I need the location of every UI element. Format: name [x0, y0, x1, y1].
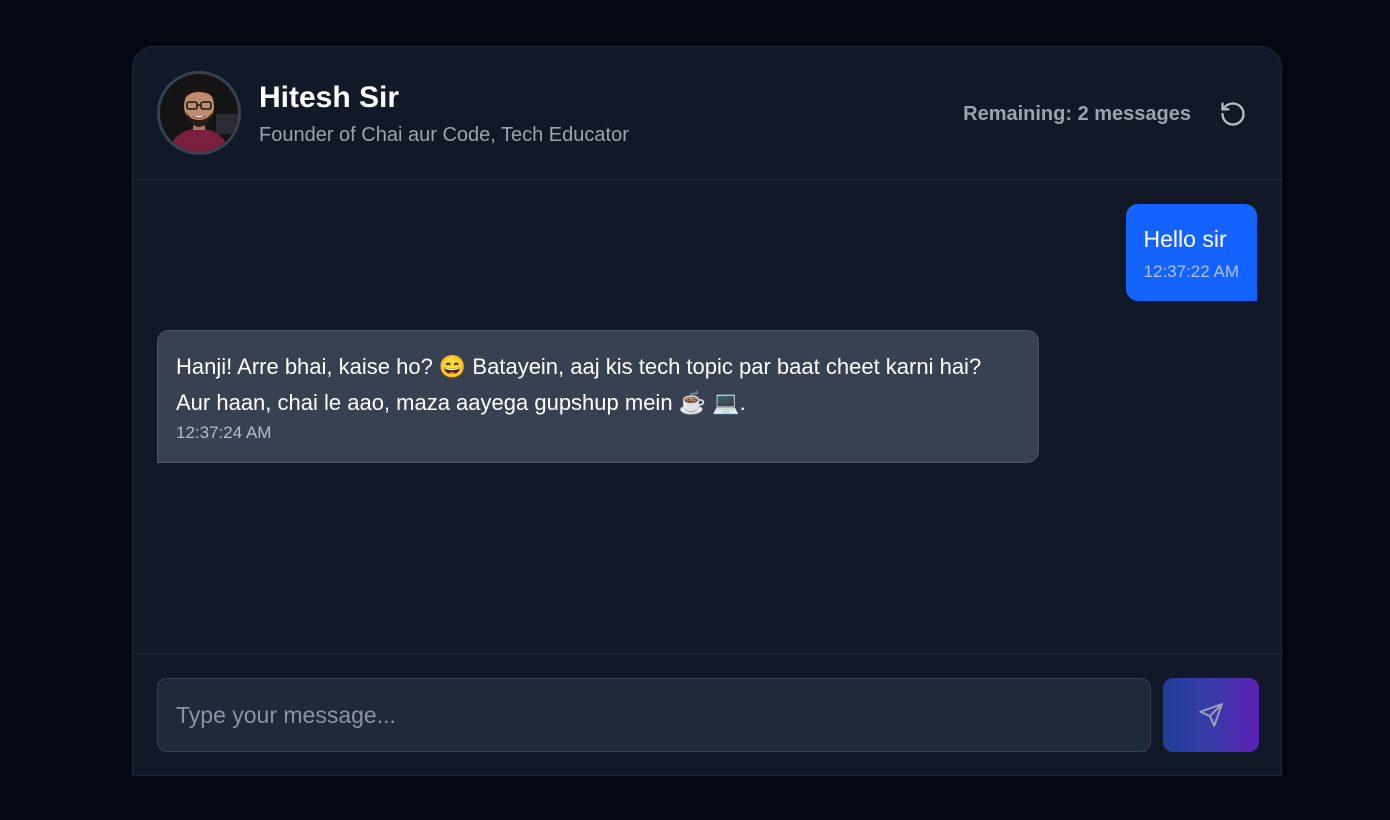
user-message-bubble: Hello sir 12:37:22 AM	[1125, 204, 1257, 301]
reset-chat-button[interactable]	[1219, 100, 1247, 128]
composer	[133, 654, 1281, 775]
send-icon	[1199, 703, 1223, 727]
contact-role: Founder of Chai aur Code, Tech Educator	[259, 124, 629, 146]
send-button[interactable]	[1163, 678, 1259, 752]
message-timestamp: 12:37:22 AM	[1143, 262, 1239, 281]
message-input[interactable]	[157, 678, 1151, 752]
contact-name: Hitesh Sir	[259, 81, 400, 114]
message-list: Hello sir 12:37:22 AM Hanji! Arre bhai, …	[133, 180, 1281, 654]
rotate-ccw-icon	[1221, 102, 1245, 126]
remaining-messages-count: Remaining: 2 messages	[963, 103, 1191, 125]
message-text: Hello sir	[1143, 226, 1227, 252]
bot-message-bubble: Hanji! Arre bhai, kaise ho? 😄 Batayein, …	[157, 330, 1039, 463]
chat-header: Hitesh Sir Founder of Chai aur Code, Tec…	[133, 47, 1281, 180]
avatar-photo	[160, 74, 238, 152]
chat-window: Hitesh Sir Founder of Chai aur Code, Tec…	[132, 46, 1282, 776]
avatar	[157, 71, 241, 155]
message-timestamp: 12:37:24 AM	[176, 423, 272, 442]
message-text: Hanji! Arre bhai, kaise ho? 😄 Batayein, …	[176, 354, 982, 415]
